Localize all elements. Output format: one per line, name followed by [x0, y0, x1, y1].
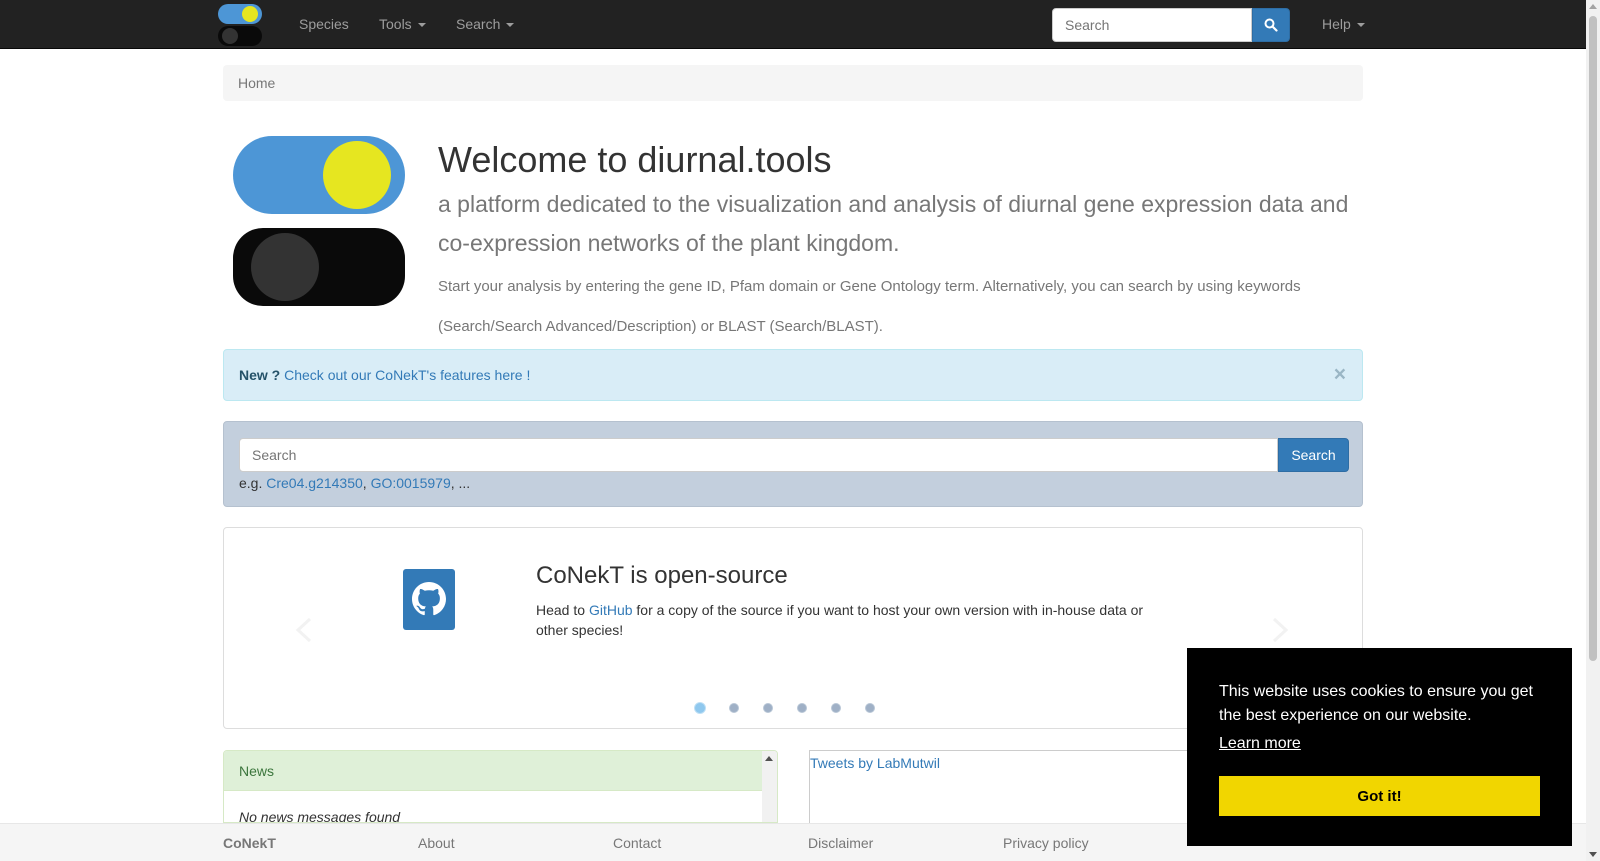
page-title: Welcome to diurnal.tools [438, 139, 832, 180]
chevron-right-icon[interactable] [1270, 615, 1292, 645]
tweets-widget: Tweets by LabMutwil [809, 750, 1189, 823]
examples-ellipsis: ... [458, 475, 471, 491]
carousel-indicator-5[interactable] [831, 703, 841, 713]
diurnal-toggle-logo-icon[interactable] [218, 4, 262, 46]
navbar-search-input[interactable] [1052, 8, 1252, 42]
news-panel: News No news messages found [223, 750, 778, 823]
main-search-input[interactable] [239, 438, 1278, 472]
hero-subtitle: a platform dedicated to the visualizatio… [438, 191, 1349, 256]
footer-disclaimer-link[interactable]: Disclaimer [808, 824, 873, 861]
top-navbar: Species Tools Search Help [0, 0, 1586, 49]
breadcrumb: Home [223, 65, 1363, 101]
footer-privacy-link[interactable]: Privacy policy [1003, 824, 1089, 861]
cookie-accept-button[interactable]: Got it! [1219, 776, 1540, 816]
tweets-link[interactable]: Tweets by LabMutwil [810, 755, 940, 771]
nav-search-dropdown[interactable]: Search [456, 0, 515, 49]
main-search-button[interactable]: Search [1278, 438, 1349, 472]
github-link[interactable]: GitHub [589, 602, 633, 618]
scroll-up-icon[interactable] [1589, 4, 1597, 9]
footer-about-link[interactable]: About [418, 824, 455, 861]
alert-new-label: New ? [239, 367, 281, 383]
nav-tools-dropdown[interactable]: Tools [379, 0, 426, 49]
carousel-indicator-4[interactable] [797, 703, 807, 713]
carousel-indicator-2[interactable] [729, 703, 739, 713]
search-examples: e.g. Cre04.g214350, GO:0015979, ... [239, 475, 471, 491]
nav-search-label: Search [456, 16, 501, 32]
close-icon[interactable]: × [1334, 350, 1346, 400]
features-link[interactable]: Check out our CoNekT's features here ! [284, 367, 530, 383]
carousel-title: CoNekT is open-source [536, 562, 788, 589]
scroll-up-icon[interactable] [765, 756, 773, 761]
nav-species[interactable]: Species [299, 0, 349, 49]
navbar-search-button[interactable] [1252, 8, 1290, 42]
nav-help-label: Help [1322, 16, 1351, 32]
carousel-indicator-1[interactable] [694, 702, 706, 714]
scroll-down-icon[interactable] [1589, 852, 1597, 857]
search-panel: Search e.g. Cre04.g214350, GO:0015979, .… [223, 421, 1363, 507]
breadcrumb-home: Home [238, 75, 276, 91]
example-gene-link[interactable]: Cre04.g214350 [266, 475, 363, 491]
github-icon [403, 569, 455, 630]
page-scrollbar[interactable] [1586, 0, 1600, 861]
news-heading: News [224, 751, 764, 791]
chevron-down-icon [506, 23, 515, 28]
hero-description: Start your analysis by entering the gene… [438, 278, 1301, 335]
scrollbar-thumb[interactable] [1589, 16, 1597, 661]
cookie-banner: This website uses cookies to ensure you … [1187, 648, 1572, 846]
carousel-text: Head to GitHub for a copy of the source … [536, 600, 1151, 640]
footer-brand[interactable]: CoNekT [223, 824, 276, 861]
chevron-left-icon[interactable] [292, 615, 314, 645]
chevron-down-icon [417, 23, 426, 28]
nav-tools-label: Tools [379, 16, 412, 32]
carousel-indicator-6[interactable] [865, 703, 875, 713]
cookie-learn-more-link[interactable]: Learn more [1219, 732, 1301, 756]
cookie-message: This website uses cookies to ensure you … [1219, 683, 1533, 724]
footer-contact-link[interactable]: Contact [613, 824, 661, 861]
examples-prefix: e.g. [239, 475, 263, 491]
news-empty-message: No news messages found [239, 809, 401, 823]
info-alert: New ? Check out our CoNekT's features he… [223, 349, 1363, 401]
example-go-link[interactable]: GO:0015979 [371, 475, 451, 491]
news-scrollbar[interactable] [762, 751, 777, 822]
carousel-text-before: Head to [536, 602, 586, 618]
diurnal-toggle-logo-icon [233, 136, 405, 306]
chevron-down-icon [1356, 23, 1365, 28]
search-icon [1264, 18, 1278, 32]
nav-help-dropdown[interactable]: Help [1322, 0, 1365, 49]
carousel-indicator-3[interactable] [763, 703, 773, 713]
